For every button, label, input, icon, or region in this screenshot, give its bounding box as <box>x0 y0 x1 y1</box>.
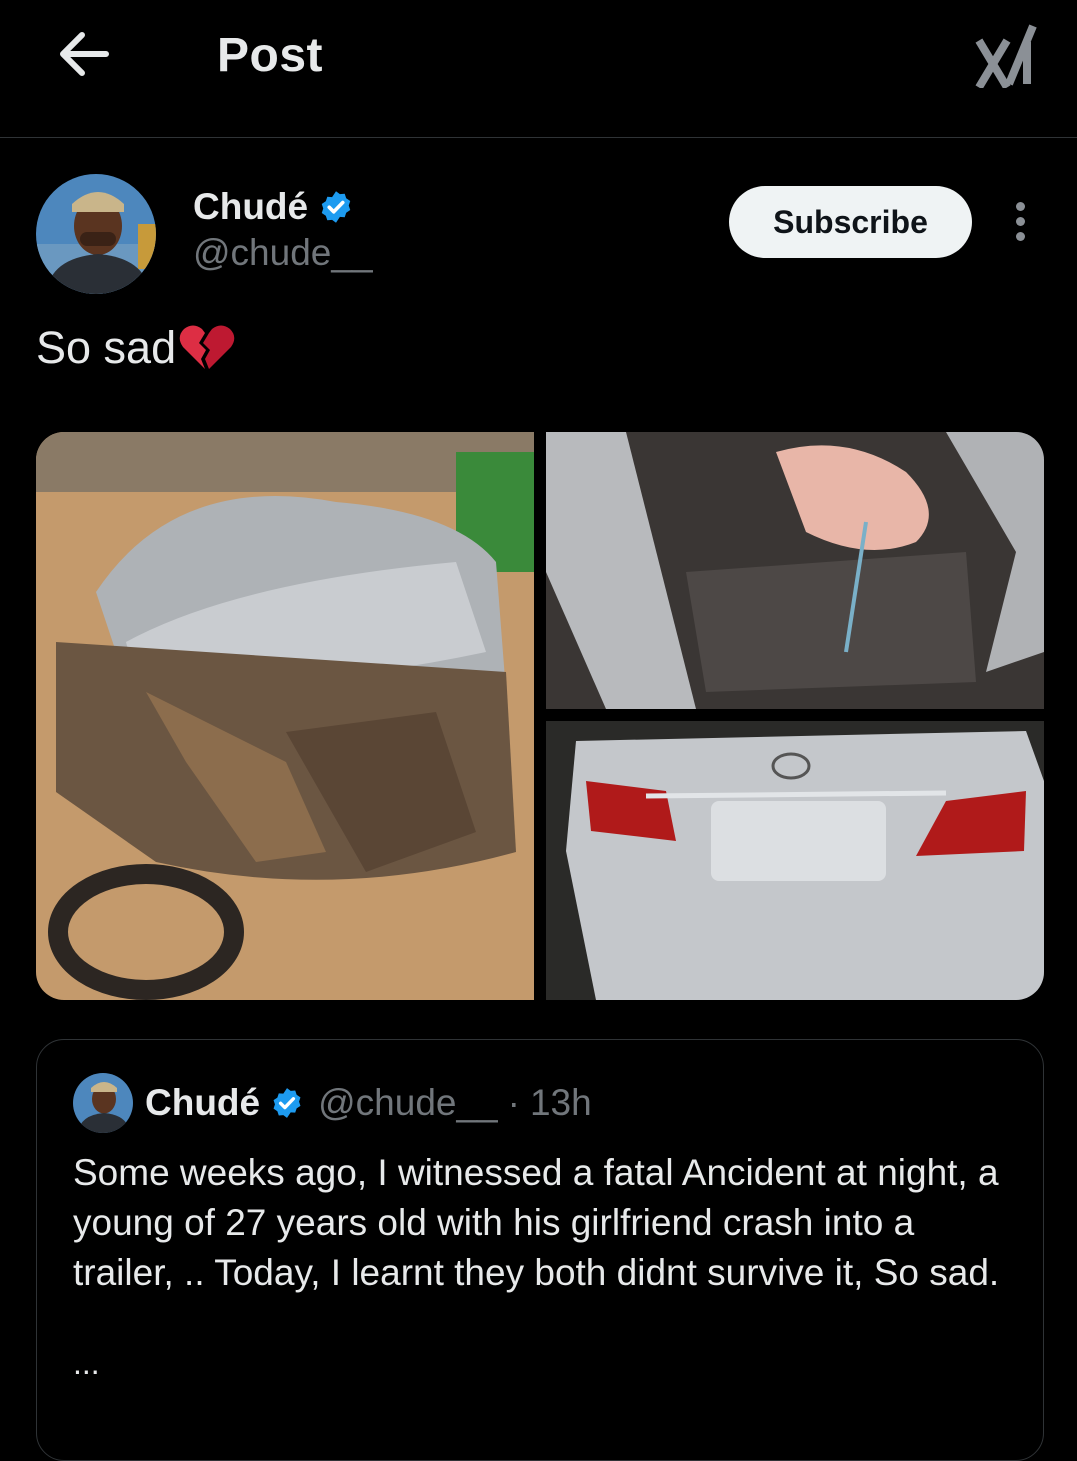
quoted-avatar[interactable] <box>73 1073 133 1133</box>
more-options-icon[interactable] <box>1006 202 1034 244</box>
post-image-car-interior[interactable] <box>546 432 1044 709</box>
broken-heart-emoji <box>179 325 235 369</box>
post-body: So sad <box>36 322 177 373</box>
back-button[interactable] <box>52 24 116 84</box>
verified-badge-icon <box>273 1088 301 1118</box>
post-media-grid <box>36 432 1044 1000</box>
page-title: Post <box>217 29 324 82</box>
arrow-left-icon <box>60 32 109 76</box>
dot-separator: · <box>507 1082 520 1123</box>
quoted-timestamp: 13h <box>529 1082 592 1123</box>
xai-grok-logo-icon[interactable] <box>975 20 1039 90</box>
post-image-lexus-rear[interactable] <box>546 721 1044 1000</box>
quoted-author-handle: @chude__ <box>318 1082 498 1123</box>
subscribe-button[interactable]: Subscribe <box>729 186 972 258</box>
quoted-author-row: Chudé @chude__ · 13h <box>145 1082 592 1124</box>
quoted-author-name: Chudé <box>145 1082 261 1123</box>
avatar[interactable] <box>36 174 156 294</box>
post-text: So sad <box>36 322 236 374</box>
author-name-row[interactable]: Chudé <box>193 186 354 228</box>
author-name[interactable]: Chudé <box>193 186 308 228</box>
verified-badge-icon <box>321 191 351 223</box>
quoted-ellipsis: ... <box>73 1345 100 1381</box>
top-bar: Post <box>0 0 1077 138</box>
quoted-post-text: Some weeks ago, I witnessed a fatal Anci… <box>73 1152 1000 1293</box>
post-image-crashed-car-front[interactable] <box>36 432 534 1000</box>
author-handle[interactable]: @chude__ <box>193 232 373 274</box>
